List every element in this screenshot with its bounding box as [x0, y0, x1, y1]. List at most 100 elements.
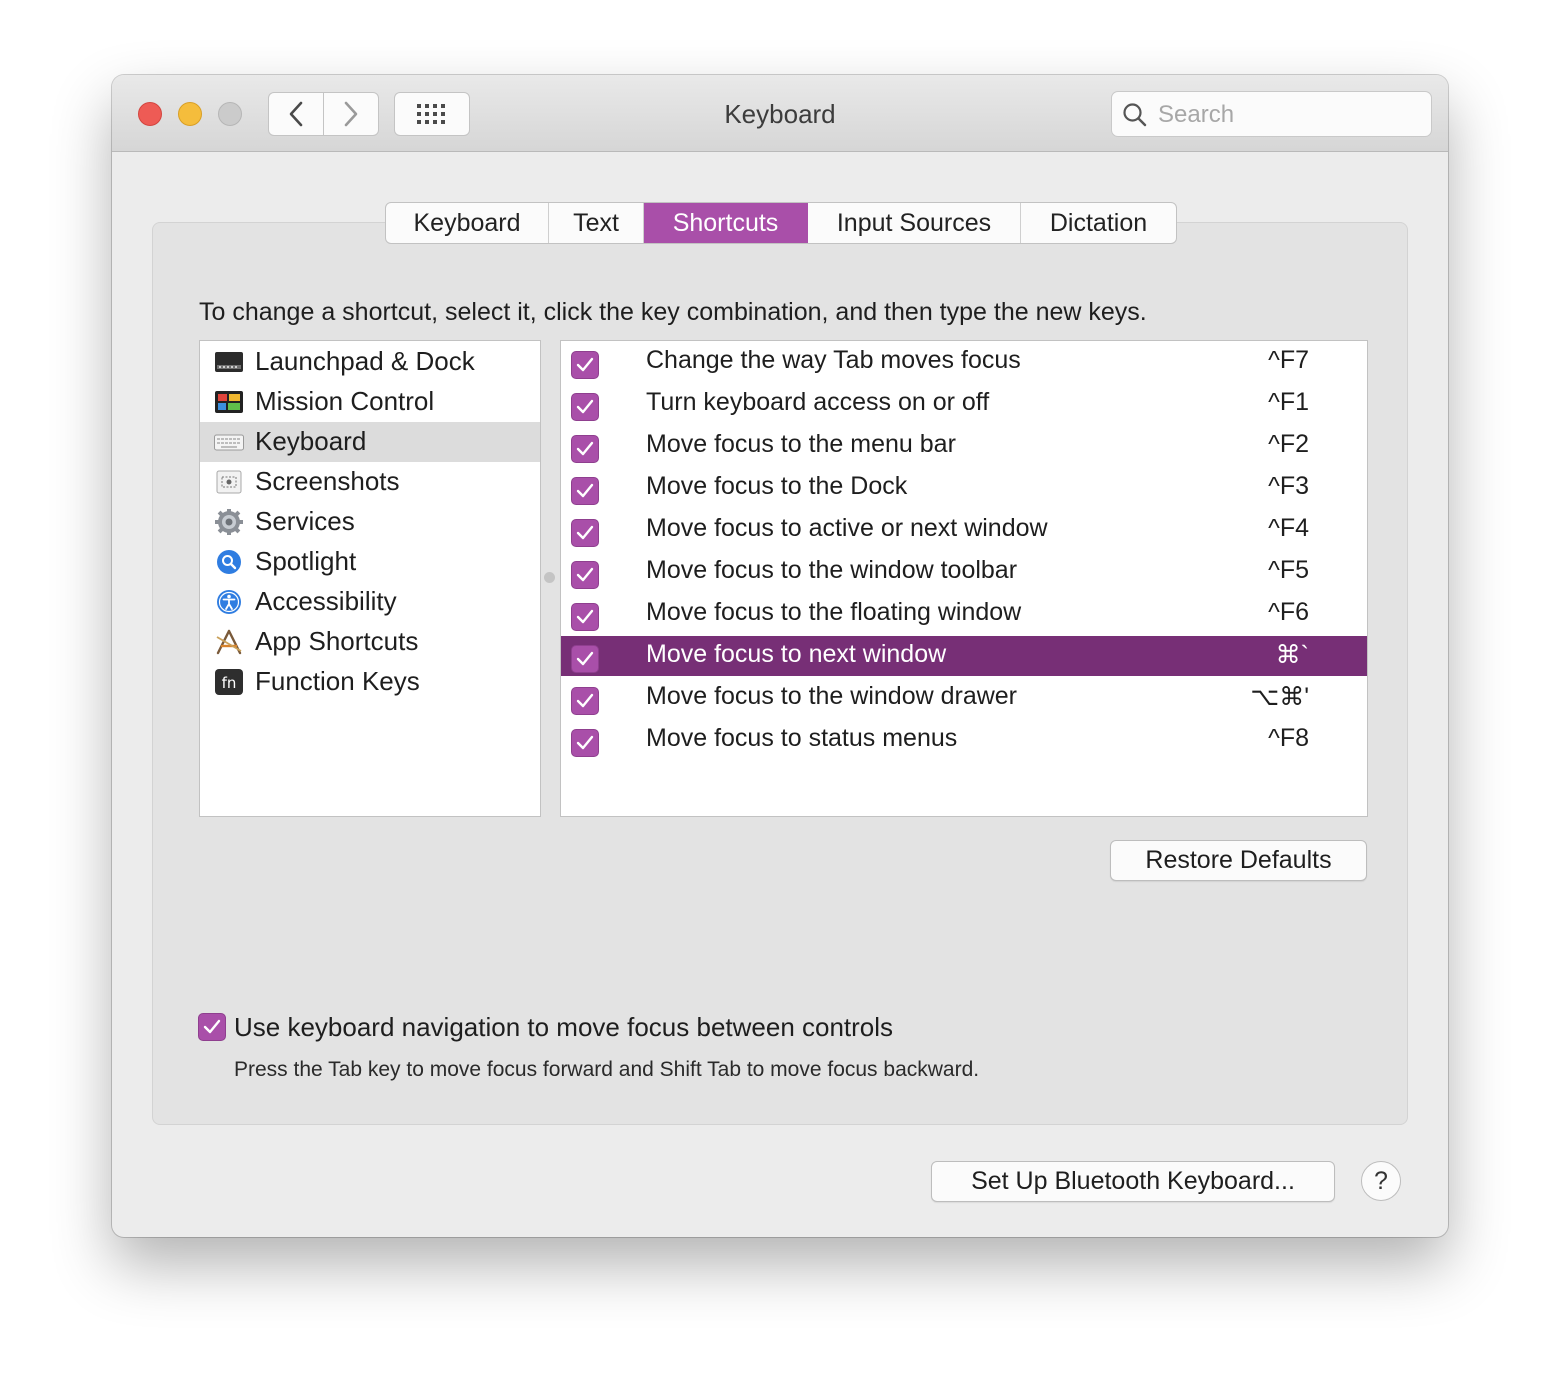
checkmark-icon — [576, 441, 594, 456]
category-screenshots[interactable]: Screenshots — [200, 462, 540, 502]
shortcut-name: Move focus to status menus — [646, 724, 958, 752]
shortcut-name: Change the way Tab moves focus — [646, 346, 1021, 374]
shortcut-row[interactable]: Change the way Tab moves focus ^F7 — [561, 342, 1367, 382]
shortcut-row[interactable]: Move focus to the window toolbar ^F5 — [561, 552, 1367, 592]
keyboard-navigation-label[interactable]: Use keyboard navigation to move focus be… — [234, 1012, 893, 1043]
category-keyboard[interactable]: Keyboard — [200, 422, 540, 462]
shortcut-checkbox[interactable] — [571, 351, 599, 379]
shortcut-name: Turn keyboard access on or off — [646, 388, 990, 416]
split-view-handle[interactable] — [544, 572, 555, 583]
category-label: App Shortcuts — [255, 626, 419, 656]
search-input[interactable] — [1156, 98, 1420, 132]
screenshots-icon — [216, 470, 242, 494]
shortcut-name: Move focus to the floating window — [646, 598, 1022, 626]
keyboard-navigation-hint: Press the Tab key to move focus forward … — [234, 1058, 980, 1081]
shortcut-checkbox[interactable] — [571, 603, 599, 631]
spotlight-icon — [217, 550, 241, 574]
category-label: Launchpad & Dock — [255, 346, 475, 376]
launchpad-dock-icon — [215, 352, 243, 372]
shortcut-keys[interactable]: ^F1 — [1268, 388, 1309, 417]
shortcut-row[interactable]: Move focus to the Dock ^F3 — [561, 468, 1367, 508]
shortcut-row[interactable]: Move focus to active or next window ^F4 — [561, 510, 1367, 550]
checkmark-icon — [576, 693, 594, 708]
shortcut-list[interactable]: Change the way Tab moves focus ^F7 Turn … — [560, 340, 1368, 817]
category-spotlight[interactable]: Spotlight — [200, 542, 540, 582]
setup-bluetooth-keyboard-button[interactable]: Set Up Bluetooth Keyboard... — [931, 1161, 1335, 1202]
shortcut-keys[interactable]: ^F4 — [1268, 514, 1309, 543]
instruction-text: To change a shortcut, select it, click t… — [199, 298, 1147, 326]
category-label: Services — [255, 506, 355, 536]
category-function-keys[interactable]: fn Function Keys — [200, 662, 540, 702]
mission-control-icon — [215, 391, 243, 413]
keyboard-icon — [214, 434, 244, 451]
category-app-shortcuts[interactable]: App Shortcuts — [200, 622, 540, 662]
shortcut-checkbox[interactable] — [571, 729, 599, 757]
shortcut-keys[interactable]: ^F6 — [1268, 598, 1309, 627]
checkmark-icon — [576, 651, 594, 666]
shortcut-checkbox[interactable] — [571, 477, 599, 505]
shortcut-checkbox[interactable] — [571, 561, 599, 589]
tab-dictation[interactable]: Dictation — [1021, 203, 1176, 243]
category-label: Mission Control — [255, 386, 435, 416]
tab-input-sources[interactable]: Input Sources — [808, 203, 1021, 243]
category-label: Accessibility — [255, 586, 397, 616]
shortcut-keys[interactable]: ^F3 — [1268, 472, 1309, 501]
tab-bar: Keyboard Text Shortcuts Input Sources Di… — [385, 202, 1177, 244]
category-accessibility[interactable]: Accessibility — [200, 582, 540, 622]
category-label: Spotlight — [255, 546, 357, 576]
accessibility-icon — [217, 590, 241, 614]
keyboard-preferences-window: Keyboard Keyboard Text Shortcuts Input S… — [112, 75, 1448, 1237]
shortcut-row-selected[interactable]: Move focus to next window ⌘` — [561, 636, 1367, 676]
shortcut-name: Move focus to the window drawer — [646, 682, 1018, 710]
keyboard-navigation-checkbox[interactable] — [198, 1013, 226, 1041]
category-label: Keyboard — [255, 426, 367, 456]
shortcut-keys[interactable]: ^F2 — [1268, 430, 1309, 459]
app-shortcuts-icon — [216, 629, 242, 655]
category-label: Function Keys — [255, 666, 420, 696]
checkmark-icon — [576, 567, 594, 582]
checkmark-icon — [203, 1019, 221, 1034]
shortcut-keys[interactable]: ^F7 — [1268, 346, 1309, 375]
search-field[interactable] — [1111, 91, 1432, 137]
tab-text[interactable]: Text — [549, 203, 644, 243]
help-button[interactable]: ? — [1361, 1161, 1401, 1201]
title-bar: Keyboard — [112, 75, 1448, 152]
shortcut-row[interactable]: Turn keyboard access on or off ^F1 — [561, 384, 1367, 424]
shortcut-name: Move focus to active or next window — [646, 514, 1048, 542]
shortcut-keys[interactable]: ⌥⌘' — [1250, 682, 1309, 712]
shortcut-keys[interactable]: ^F5 — [1268, 556, 1309, 585]
shortcut-name: Move focus to the window toolbar — [646, 556, 1018, 584]
restore-defaults-button[interactable]: Restore Defaults — [1110, 840, 1367, 881]
checkmark-icon — [576, 399, 594, 414]
tab-keyboard[interactable]: Keyboard — [386, 203, 549, 243]
checkmark-icon — [576, 735, 594, 750]
category-mission-control[interactable]: Mission Control — [200, 382, 540, 422]
shortcut-checkbox[interactable] — [571, 645, 599, 673]
shortcut-row[interactable]: Move focus to status menus ^F8 — [561, 720, 1367, 760]
shortcut-row[interactable]: Move focus to the menu bar ^F2 — [561, 426, 1367, 466]
category-launchpad-dock[interactable]: Launchpad & Dock — [200, 342, 540, 382]
shortcut-row[interactable]: Move focus to the window drawer ⌥⌘' — [561, 678, 1367, 718]
shortcut-checkbox[interactable] — [571, 687, 599, 715]
fn-key-icon: fn — [215, 669, 243, 695]
checkmark-icon — [576, 525, 594, 540]
shortcut-checkbox[interactable] — [571, 393, 599, 421]
category-services[interactable]: Services — [200, 502, 540, 542]
shortcut-name: Move focus to the Dock — [646, 472, 908, 500]
gear-icon — [215, 509, 243, 535]
shortcut-name: Move focus to the menu bar — [646, 430, 956, 458]
checkmark-icon — [576, 609, 594, 624]
checkmark-icon — [576, 483, 594, 498]
svg-text:fn: fn — [222, 674, 237, 692]
shortcut-name: Move focus to next window — [646, 640, 947, 668]
tab-shortcuts[interactable]: Shortcuts — [644, 203, 808, 243]
category-label: Screenshots — [255, 466, 400, 496]
shortcut-row[interactable]: Move focus to the floating window ^F6 — [561, 594, 1367, 634]
checkmark-icon — [576, 357, 594, 372]
category-list[interactable]: Launchpad & Dock Mission Control Keyboar… — [199, 340, 541, 817]
shortcut-checkbox[interactable] — [571, 435, 599, 463]
shortcut-keys[interactable]: ⌘` — [1276, 640, 1309, 670]
shortcut-keys[interactable]: ^F8 — [1268, 724, 1309, 753]
shortcut-checkbox[interactable] — [571, 519, 599, 547]
search-icon — [1123, 103, 1147, 127]
